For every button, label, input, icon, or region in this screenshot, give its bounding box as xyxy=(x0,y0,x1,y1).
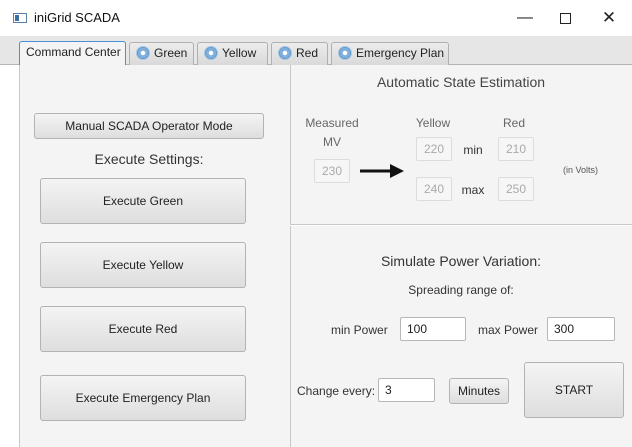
tab-label: Red xyxy=(296,46,319,60)
maximize-icon xyxy=(559,13,571,24)
close-button[interactable]: ✕ xyxy=(597,6,621,30)
maximize-button[interactable] xyxy=(553,6,577,30)
min-power-label: min Power xyxy=(331,323,388,337)
tab-label: Green xyxy=(154,46,188,60)
execute-red-button[interactable]: Execute Red xyxy=(40,306,246,352)
mv-label: MV xyxy=(323,135,341,149)
minutes-button[interactable]: Minutes xyxy=(449,378,509,404)
min-power-input[interactable] xyxy=(400,317,466,341)
manual-mode-button[interactable]: Manual SCADA Operator Mode xyxy=(34,113,264,139)
execute-green-button[interactable]: Execute Green xyxy=(40,178,246,224)
tab-label: Command Center xyxy=(26,45,121,59)
units-label: (in Volts) xyxy=(563,165,599,175)
execute-settings-label: Execute Settings: xyxy=(94,151,204,167)
yellow-label: Yellow xyxy=(415,116,451,130)
tab-command-center[interactable]: Command Center xyxy=(19,41,126,66)
min-label: min xyxy=(463,143,483,157)
gear-icon xyxy=(338,46,352,60)
measured-label: Measured xyxy=(305,116,359,130)
simulate-title: Simulate Power Variation: xyxy=(380,253,542,269)
spreading-range-label: Spreading range of: xyxy=(408,283,514,297)
max-power-input[interactable] xyxy=(547,317,615,341)
title-bar: iniGrid SCADA — ✕ xyxy=(0,0,632,36)
change-every-input[interactable] xyxy=(378,378,435,402)
gear-icon xyxy=(278,46,292,60)
tab-bar: Command Center Green Yellow Red Emergenc… xyxy=(0,36,632,66)
measured-value-field: 230 xyxy=(314,159,350,183)
yellow-min-field: 220 xyxy=(416,137,452,161)
gear-icon xyxy=(204,46,218,60)
execute-yellow-button[interactable]: Execute Yellow xyxy=(40,242,246,288)
change-every-label: Change every: xyxy=(297,384,376,398)
arrow-right-icon xyxy=(360,164,404,178)
tab-yellow[interactable]: Yellow xyxy=(197,42,268,65)
execute-emergency-plan-button[interactable]: Execute Emergency Plan xyxy=(40,375,246,421)
start-button[interactable]: START xyxy=(524,362,624,418)
tab-green[interactable]: Green xyxy=(129,42,194,65)
minimize-button[interactable]: — xyxy=(513,6,537,30)
state-estimation-title: Automatic State Estimation xyxy=(376,74,546,90)
tab-red[interactable]: Red xyxy=(271,42,328,65)
yellow-max-field: 240 xyxy=(416,177,452,201)
tab-emergency-plan[interactable]: Emergency Plan xyxy=(331,42,449,65)
red-min-field: 210 xyxy=(498,137,534,161)
window-title: iniGrid SCADA xyxy=(34,10,120,25)
max-label: max xyxy=(461,183,485,197)
red-label: Red xyxy=(502,116,525,130)
tab-label: Emergency Plan xyxy=(356,46,445,60)
max-power-label: max Power xyxy=(478,323,539,337)
tab-label: Yellow xyxy=(222,46,257,60)
app-icon xyxy=(13,13,27,23)
red-max-field: 250 xyxy=(498,177,534,201)
gear-icon xyxy=(136,46,150,60)
